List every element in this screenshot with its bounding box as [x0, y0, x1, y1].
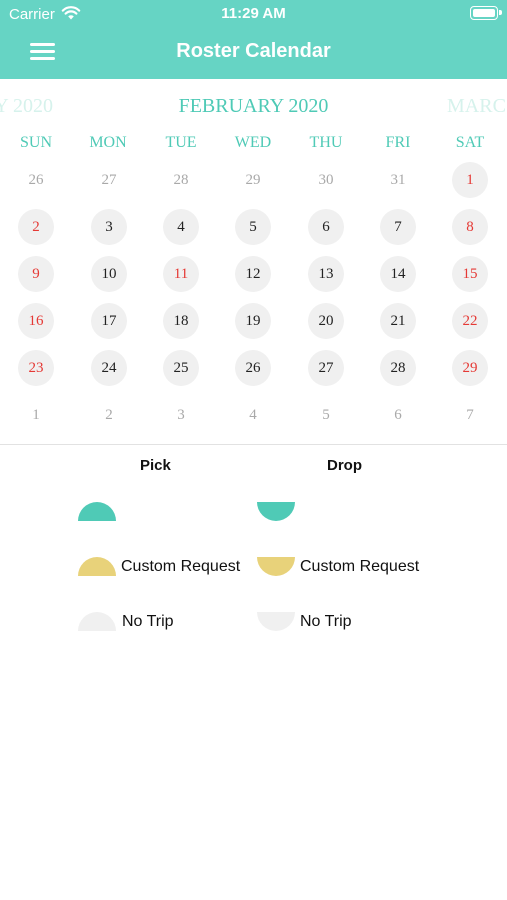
calendar-day-outside-month: 5 [322, 406, 330, 423]
calendar-day-outside-month: 30 [318, 171, 334, 188]
calendar-day[interactable]: 4 [163, 209, 199, 245]
drop-no-trip-label: No Trip [300, 613, 352, 630]
calendar-day[interactable]: 8 [452, 209, 488, 245]
weekday-header: SUN [19, 134, 52, 151]
pick-legend-heading: Pick [140, 457, 171, 474]
calendar-day[interactable]: 16 [18, 303, 54, 339]
pick-scheduled-swatch [78, 502, 116, 521]
calendar-day[interactable]: 27 [308, 350, 344, 386]
pick-no-trip-label: No Trip [122, 613, 174, 630]
next-month-label[interactable]: MARC [447, 95, 506, 118]
pick-no-trip-swatch [78, 612, 116, 631]
calendar-day-outside-month: 27 [101, 171, 117, 188]
calendar-day[interactable]: 18 [163, 303, 199, 339]
weekday-header: FRI [385, 134, 411, 151]
calendar-day[interactable]: 14 [380, 256, 416, 292]
calendar-day[interactable]: 25 [163, 350, 199, 386]
calendar-day[interactable]: 5 [235, 209, 271, 245]
calendar-day[interactable]: 26 [235, 350, 271, 386]
calendar-day-outside-month: 28 [173, 171, 189, 188]
calendar: RY 2020 FEBRUARY 2020 MARC SUN MON TUE W… [0, 79, 507, 445]
calendar-day[interactable]: 6 [308, 209, 344, 245]
calendar-day[interactable]: 23 [18, 350, 54, 386]
drop-scheduled-swatch [257, 502, 295, 521]
calendar-day-outside-month: 31 [390, 171, 406, 188]
weekday-header: TUE [165, 134, 197, 151]
drop-custom-request-swatch [257, 557, 295, 576]
calendar-day[interactable]: 2 [18, 209, 54, 245]
calendar-day[interactable]: 3 [91, 209, 127, 245]
calendar-day-outside-month: 2 [105, 406, 113, 423]
pick-custom-request-label: Custom Request [121, 558, 241, 575]
calendar-day[interactable]: 12 [235, 256, 271, 292]
calendar-day[interactable]: 9 [18, 256, 54, 292]
status-time: 11:29 AM [221, 5, 286, 22]
weekday-header: WED [234, 134, 272, 151]
weekday-header: SAT [455, 134, 485, 151]
drop-custom-request-label: Custom Request [300, 558, 420, 575]
status-bar: Carrier 11:29 AM [0, 0, 507, 28]
calendar-day-outside-month: 4 [249, 406, 257, 423]
calendar-day[interactable]: 20 [308, 303, 344, 339]
navigation-bar: Carrier 11:29 AM Roster Calendar [0, 0, 507, 79]
calendar-day-outside-month: 26 [28, 171, 44, 188]
calendar-day[interactable]: 19 [235, 303, 271, 339]
calendar-day-outside-month: 6 [394, 406, 402, 423]
calendar-day-outside-month: 1 [32, 406, 40, 423]
battery-icon [470, 6, 502, 20]
calendar-day[interactable]: 7 [380, 209, 416, 245]
calendar-day[interactable]: 11 [163, 256, 199, 292]
drop-legend-heading: Drop [327, 457, 362, 474]
calendar-day[interactable]: 17 [91, 303, 127, 339]
calendar-day[interactable]: 15 [452, 256, 488, 292]
calendar-day[interactable]: 21 [380, 303, 416, 339]
current-month-label: FEBRUARY 2020 [178, 95, 329, 117]
pick-custom-request-swatch [78, 557, 116, 576]
calendar-day[interactable]: 13 [308, 256, 344, 292]
calendar-day-outside-month: 3 [177, 406, 185, 423]
weekday-header: THU [309, 134, 343, 151]
weekday-header: MON [89, 134, 127, 151]
calendar-day[interactable]: 1 [452, 162, 488, 198]
drop-no-trip-swatch [257, 612, 295, 631]
calendar-day[interactable]: 22 [452, 303, 488, 339]
calendar-day-outside-month: 29 [245, 171, 261, 188]
calendar-day-outside-month: 7 [466, 406, 474, 423]
calendar-day[interactable]: 28 [380, 350, 416, 386]
calendar-day[interactable]: 10 [91, 256, 127, 292]
calendar-day[interactable]: 29 [452, 350, 488, 386]
page-title: Roster Calendar [176, 40, 331, 62]
calendar-day[interactable]: 24 [91, 350, 127, 386]
